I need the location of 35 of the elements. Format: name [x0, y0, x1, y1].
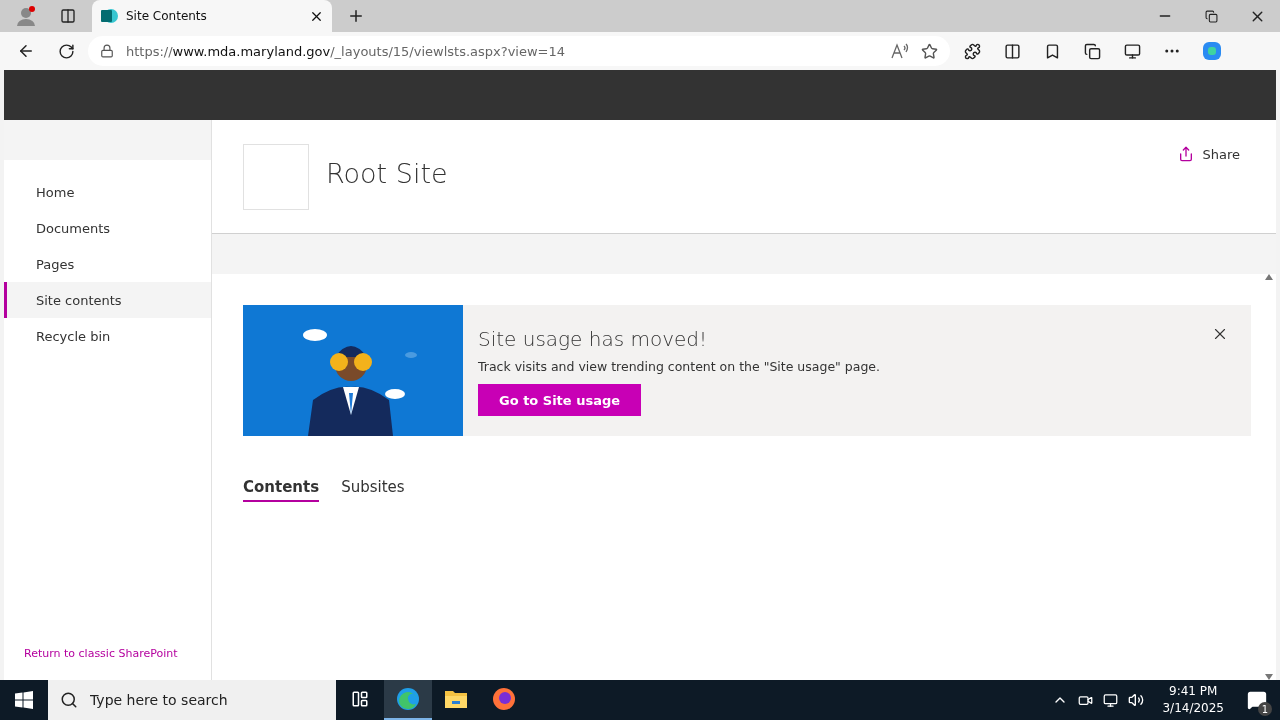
site-usage-button[interactable]: Go to Site usage	[478, 384, 642, 416]
notification-count: 1	[1258, 702, 1272, 716]
search-input[interactable]: Type here to search	[88, 691, 322, 709]
share-icon	[1178, 146, 1195, 162]
clock[interactable]: 9:41 PM 3/14/2025	[1162, 683, 1224, 717]
nav-item[interactable]: Site contents	[4, 282, 211, 318]
address-field[interactable]: https://www.mda.maryland.gov/_layouts/15/viewlsts.aspx?view=14	[88, 36, 950, 66]
fox-icon[interactable]	[492, 687, 516, 711]
site-icon	[100, 7, 118, 25]
search-icon[interactable]	[60, 691, 78, 709]
nav-item[interactable]: Recycle bin	[4, 318, 211, 354]
share-button[interactable]: Share	[1178, 146, 1240, 162]
pivot-tab[interactable]: Contents	[243, 478, 320, 502]
site-logo	[243, 144, 309, 210]
browser-icon[interactable]	[396, 687, 420, 711]
lock-icon	[100, 44, 114, 58]
favorite-icon[interactable]	[921, 42, 938, 60]
pivot-tab[interactable]: Subsites	[341, 478, 405, 502]
read-aloud-icon[interactable]	[891, 43, 909, 59]
volume-icon[interactable]	[1128, 692, 1145, 708]
scrollbar[interactable]	[1262, 274, 1276, 680]
nav-item[interactable]: Documents	[4, 210, 211, 246]
nav-item[interactable]: Home	[4, 174, 211, 210]
banner-text: Track visits and view trending content on the "Site usage" page.	[478, 359, 880, 374]
nav-item[interactable]: Pages	[4, 246, 211, 282]
windows-start-icon[interactable]	[15, 691, 33, 709]
folder-icon[interactable]	[444, 689, 468, 709]
network-icon[interactable]	[1103, 692, 1119, 708]
site-title: Root Site	[326, 158, 448, 189]
tab-title: Site Contents	[126, 9, 208, 23]
classic-link[interactable]: Return to classic SharePoint	[24, 647, 211, 660]
taskbar-search-field[interactable]: Type here to search	[48, 680, 336, 720]
browser-tab[interactable]: Site Contents	[92, 0, 332, 32]
task-view-icon[interactable]	[351, 690, 369, 708]
banner-title: Site usage has moved!	[478, 327, 708, 351]
